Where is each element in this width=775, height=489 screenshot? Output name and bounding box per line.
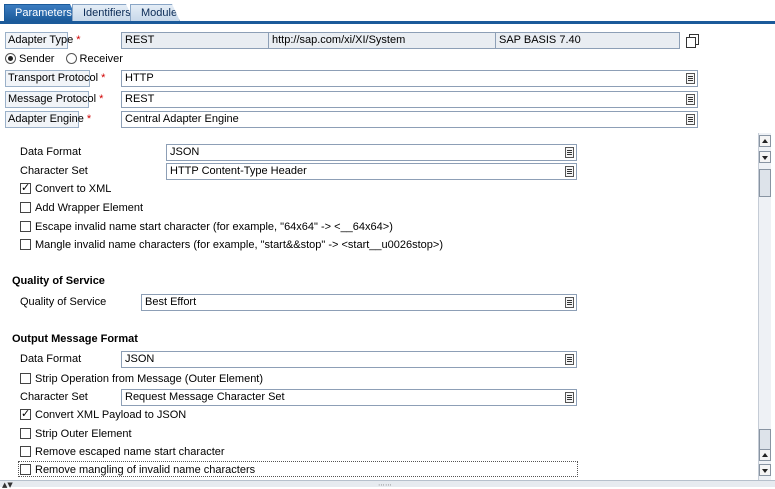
qos-field[interactable]: Best Effort (141, 294, 577, 311)
down-arrow-icon (762, 156, 768, 160)
value-help-icon[interactable] (565, 392, 574, 403)
convert-xml-json-checkbox[interactable] (20, 407, 31, 421)
output-character-set-label: Character Set (20, 391, 88, 403)
splitter-bar[interactable]: ▲▼ ⋯⋯ (0, 480, 775, 489)
value-help-icon[interactable] (686, 114, 695, 125)
remove-escaped-label: Remove escaped name start character (35, 446, 225, 458)
down-arrow-icon (762, 469, 768, 473)
transport-protocol-field[interactable]: HTTP (121, 70, 698, 87)
adapter-type-field[interactable]: REST (121, 32, 269, 49)
sender-label: Sender (19, 53, 55, 65)
character-set-label: Character Set (20, 165, 88, 177)
value-help-icon[interactable] (686, 73, 695, 84)
receiver-radio[interactable] (65, 53, 77, 64)
adapter-type-swcv: SAP BASIS 7.40 (495, 32, 680, 49)
scroll-thumb-lower[interactable] (759, 429, 771, 451)
value-help-icon[interactable] (686, 94, 695, 105)
mangle-invalid-label: Mangle invalid name characters (for exam… (35, 239, 443, 251)
adapter-settings-panel: Data Format JSON Character Set HTTP Cont… (0, 133, 775, 480)
up-arrow-icon (762, 453, 768, 457)
strip-operation-checkbox[interactable] (20, 373, 31, 384)
grip-icon[interactable]: ⋯⋯ (378, 482, 392, 489)
strip-outer-label: Strip Outer Element (35, 428, 132, 440)
adapter-engine-field[interactable]: Central Adapter Engine (121, 111, 698, 128)
remove-escaped-checkbox[interactable] (20, 446, 31, 457)
remove-mangling-label: Remove mangling of invalid name characte… (35, 464, 256, 476)
transport-protocol-label: Transport Protocol * (5, 70, 105, 87)
collapse-arrows-icon[interactable]: ▲▼ (2, 482, 13, 489)
add-wrapper-checkbox[interactable] (20, 202, 31, 213)
adapter-engine-label: Adapter Engine * (5, 111, 91, 128)
data-format-label: Data Format (20, 146, 82, 158)
value-help-icon[interactable] (565, 297, 574, 308)
up-arrow-icon (762, 139, 768, 143)
qos-label: Quality of Service (20, 296, 107, 308)
data-format-field[interactable]: JSON (166, 144, 577, 161)
adapter-type-label: Adapter Type * (5, 32, 81, 49)
scroll-down-button-bottom[interactable] (759, 464, 771, 476)
convert-to-xml-checkbox[interactable] (20, 181, 31, 195)
strip-operation-label: Strip Operation from Message (Outer Elem… (35, 373, 264, 385)
value-help-icon[interactable] (565, 354, 574, 365)
sender-radio[interactable] (5, 53, 16, 64)
value-help-icon[interactable] (565, 166, 574, 177)
scroll-up-button-bottom[interactable] (759, 449, 771, 461)
convert-xml-json-label: Convert XML Payload to JSON (35, 409, 187, 421)
scroll-up-button[interactable] (759, 135, 771, 147)
character-set-field[interactable]: HTTP Content-Type Header (166, 163, 577, 180)
output-data-format-field[interactable]: JSON (121, 351, 577, 368)
output-data-format-label: Data Format (20, 353, 82, 365)
vertical-scrollbar[interactable] (758, 133, 771, 480)
message-protocol-label: Message Protocol * (5, 91, 103, 108)
copy-icon[interactable] (686, 34, 699, 48)
tab-identifiers[interactable]: Identifiers (72, 4, 134, 21)
receiver-label: Receiver (79, 53, 123, 65)
message-protocol-field[interactable]: REST (121, 91, 698, 108)
tab-module[interactable]: Module (130, 4, 180, 21)
tab-parameters[interactable]: Parameters (4, 4, 78, 21)
escape-invalid-checkbox[interactable] (20, 221, 31, 232)
escape-invalid-label: Escape invalid name start character (for… (35, 221, 393, 233)
add-wrapper-label: Add Wrapper Element (35, 202, 144, 214)
adapter-type-namespace: http://sap.com/xi/XI/System (268, 32, 496, 49)
output-format-heading: Output Message Format (12, 333, 138, 345)
direction-radio-group: Sender Receiver (5, 53, 131, 67)
tab-bar: Parameters Identifiers Module (0, 0, 775, 24)
scroll-down-button[interactable] (759, 151, 771, 163)
remove-mangling-checkbox[interactable] (20, 464, 31, 475)
convert-to-xml-label: Convert to XML (35, 183, 112, 195)
mangle-invalid-checkbox[interactable] (20, 239, 31, 250)
output-character-set-field[interactable]: Request Message Character Set (121, 389, 577, 406)
scroll-thumb[interactable] (759, 169, 771, 197)
qos-heading: Quality of Service (12, 275, 105, 287)
strip-outer-checkbox[interactable] (20, 428, 31, 439)
value-help-icon[interactable] (565, 147, 574, 158)
